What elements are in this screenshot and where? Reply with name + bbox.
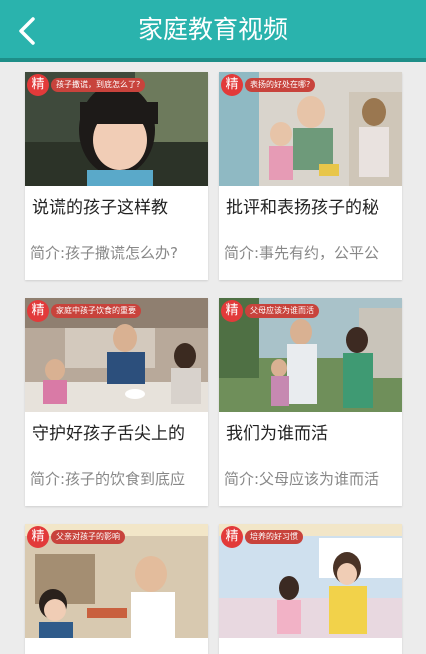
video-thumbnail[interactable]: 精 孩子撒谎，到底怎么了? bbox=[25, 72, 208, 186]
video-description: 简介:孩子的饮食到底应 bbox=[30, 470, 186, 488]
video-caption: 表扬的好处在哪? bbox=[245, 78, 316, 92]
video-title[interactable]: 批评和表扬孩子的秘 bbox=[226, 193, 398, 218]
video-thumbnail[interactable]: 精 家庭中孩子饮食的重要 bbox=[25, 298, 208, 412]
featured-badge: 精 bbox=[27, 300, 49, 322]
video-description: 简介:事先有约，公平公 bbox=[224, 244, 380, 262]
video-title[interactable]: 守护好孩子舌尖上的 bbox=[32, 419, 204, 444]
video-card[interactable]: 精 父母应该为谁而活 我们为谁而活 简介:父母应该为谁而活 bbox=[219, 298, 402, 506]
video-caption: 父亲对孩子的影响 bbox=[51, 530, 125, 544]
video-description: 简介:父母应该为谁而活 bbox=[224, 470, 380, 488]
video-thumbnail[interactable]: 精 父亲对孩子的影响 bbox=[25, 524, 208, 638]
video-card[interactable]: 精 孩子撒谎，到底怎么了? 说谎的孩子这样教 简介:孩子撒谎怎么办? bbox=[25, 72, 208, 280]
video-caption: 家庭中孩子饮食的重要 bbox=[51, 304, 141, 318]
app-header: 家庭教育视频 bbox=[0, 0, 426, 62]
video-thumbnail[interactable]: 精 表扬的好处在哪? bbox=[219, 72, 402, 186]
featured-badge: 精 bbox=[221, 526, 243, 548]
video-title[interactable]: 我们为谁而活 bbox=[226, 419, 398, 444]
featured-badge: 精 bbox=[27, 526, 49, 548]
video-thumbnail[interactable]: 精 父母应该为谁而活 bbox=[219, 298, 402, 412]
video-caption: 培养的好习惯 bbox=[245, 530, 303, 544]
featured-badge: 精 bbox=[221, 300, 243, 322]
video-caption: 父母应该为谁而活 bbox=[245, 304, 319, 318]
video-card[interactable]: 精 家庭中孩子饮食的重要 守护好孩子舌尖上的 简介:孩子的饮食到底应 bbox=[25, 298, 208, 506]
video-title[interactable]: 说谎的孩子这样教 bbox=[32, 193, 204, 218]
featured-badge: 精 bbox=[27, 74, 49, 96]
video-card[interactable]: 精 父亲对孩子的影响 bbox=[25, 524, 208, 654]
video-card[interactable]: 精 表扬的好处在哪? 批评和表扬孩子的秘 简介:事先有约，公平公 bbox=[219, 72, 402, 280]
video-caption: 孩子撒谎，到底怎么了? bbox=[51, 78, 146, 92]
page-title: 家庭教育视频 bbox=[137, 15, 288, 44]
video-card[interactable]: 精 培养的好习惯 bbox=[219, 524, 402, 654]
featured-badge: 精 bbox=[221, 74, 243, 96]
video-description: 简介:孩子撒谎怎么办? bbox=[30, 244, 179, 262]
video-thumbnail[interactable]: 精 培养的好习惯 bbox=[219, 524, 402, 638]
